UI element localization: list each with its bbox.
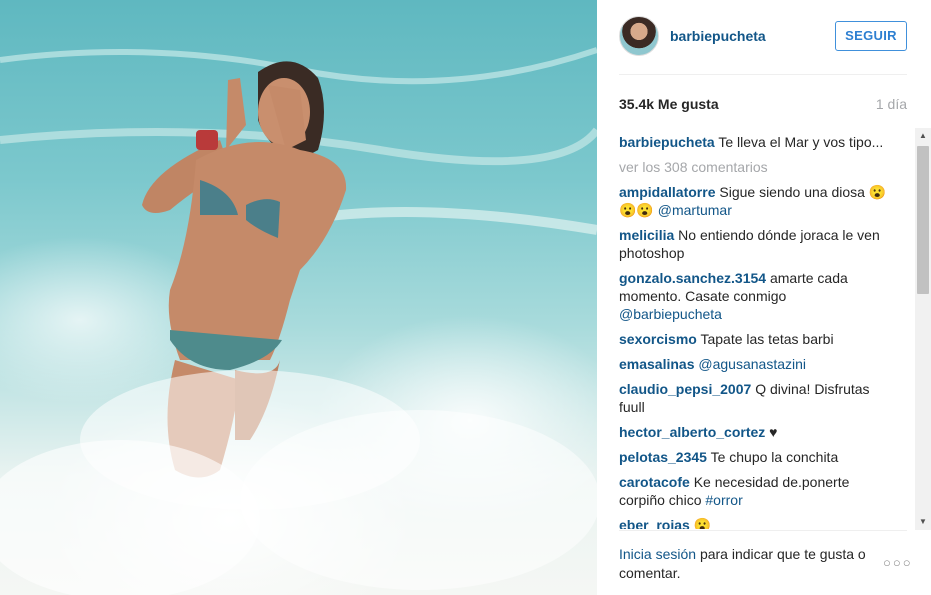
comment-username[interactable]: gonzalo.sanchez.3154 xyxy=(619,270,766,286)
comment-mention[interactable]: #orror xyxy=(705,492,742,508)
post-header: barbiepucheta SEGUIR xyxy=(619,14,907,58)
comment-item: claudio_pepsi_2007 Q divina! Disfrutas f… xyxy=(619,380,889,416)
login-prompt: Inicia sesión para indicar que te gusta … xyxy=(619,545,869,583)
post-photo[interactable] xyxy=(0,0,597,595)
comment-item: emasalinas @agusanastazini xyxy=(619,355,889,373)
photo-illustration xyxy=(0,47,597,595)
comment-item: ampidallatorre Sigue siendo una diosa 😮😮… xyxy=(619,183,889,219)
comment-username[interactable]: ampidallatorre xyxy=(619,184,715,200)
comment-item: hector_alberto_cortez ♥ xyxy=(619,423,889,441)
comment-mention[interactable]: @martumar xyxy=(658,202,732,218)
comment-username[interactable]: emasalinas xyxy=(619,356,695,372)
instagram-post: barbiepucheta SEGUIR 35.4k Me gusta 1 dí… xyxy=(0,0,931,595)
comment-item: gonzalo.sanchez.3154 amarte cada momento… xyxy=(619,269,889,323)
comment-text: Tapate las tetas barbi xyxy=(700,331,834,347)
caption: barbiepucheta Te lleva el Mar y vos tipo… xyxy=(619,133,889,151)
post-sidebar: barbiepucheta SEGUIR 35.4k Me gusta 1 dí… xyxy=(597,0,931,595)
comment-text: ♥ xyxy=(769,424,778,440)
caption-text: Te lleva el Mar y vos tipo... xyxy=(718,134,884,150)
comment-username[interactable]: carotacofe xyxy=(619,474,690,490)
comment-username[interactable]: hector_alberto_cortez xyxy=(619,424,765,440)
comments-list: barbiepucheta Te lleva el Mar y vos tipo… xyxy=(619,133,889,529)
scrollbar-thumb[interactable] xyxy=(917,146,929,294)
comment-text: 😮 xyxy=(693,517,712,529)
comment-username[interactable]: claudio_pepsi_2007 xyxy=(619,381,751,397)
scroll-up-icon[interactable]: ▲ xyxy=(915,128,931,144)
comment-username[interactable]: melicilia xyxy=(619,227,674,243)
likes-count[interactable]: 35.4k Me gusta xyxy=(619,96,719,112)
caption-username[interactable]: barbiepucheta xyxy=(619,134,715,150)
avatar[interactable] xyxy=(619,16,659,56)
comment-item: eber_rojas 😮 xyxy=(619,516,889,529)
post-time[interactable]: 1 día xyxy=(876,96,907,112)
footer-divider xyxy=(619,530,907,531)
comment-item: carotacofe Ke necesidad de.ponerte corpi… xyxy=(619,473,889,509)
comment-item: pelotas_2345 Te chupo la conchita xyxy=(619,448,889,466)
comment-item: melicilia No entiendo dónde joraca le ve… xyxy=(619,226,889,262)
comment-mention[interactable]: @agusanastazini xyxy=(698,356,806,372)
header-divider xyxy=(619,74,907,75)
comment-text: Te chupo la conchita xyxy=(710,449,839,465)
comments-scrollbar[interactable]: ▲ ▼ xyxy=(915,128,931,530)
follow-button[interactable]: SEGUIR xyxy=(835,21,907,51)
more-options-icon[interactable]: ○○○ xyxy=(883,555,913,570)
comment-username[interactable]: sexorcismo xyxy=(619,331,697,347)
scroll-down-icon[interactable]: ▼ xyxy=(915,514,931,530)
header-username[interactable]: barbiepucheta xyxy=(670,28,766,44)
comment-mention[interactable]: @barbiepucheta xyxy=(619,306,722,322)
comment-username[interactable]: pelotas_2345 xyxy=(619,449,707,465)
view-more-comments-link[interactable]: ver los 308 comentarios xyxy=(619,158,889,176)
comment-username[interactable]: eber_rojas xyxy=(619,517,690,529)
login-link[interactable]: Inicia sesión xyxy=(619,546,696,562)
comment-item: sexorcismo Tapate las tetas barbi xyxy=(619,330,889,348)
